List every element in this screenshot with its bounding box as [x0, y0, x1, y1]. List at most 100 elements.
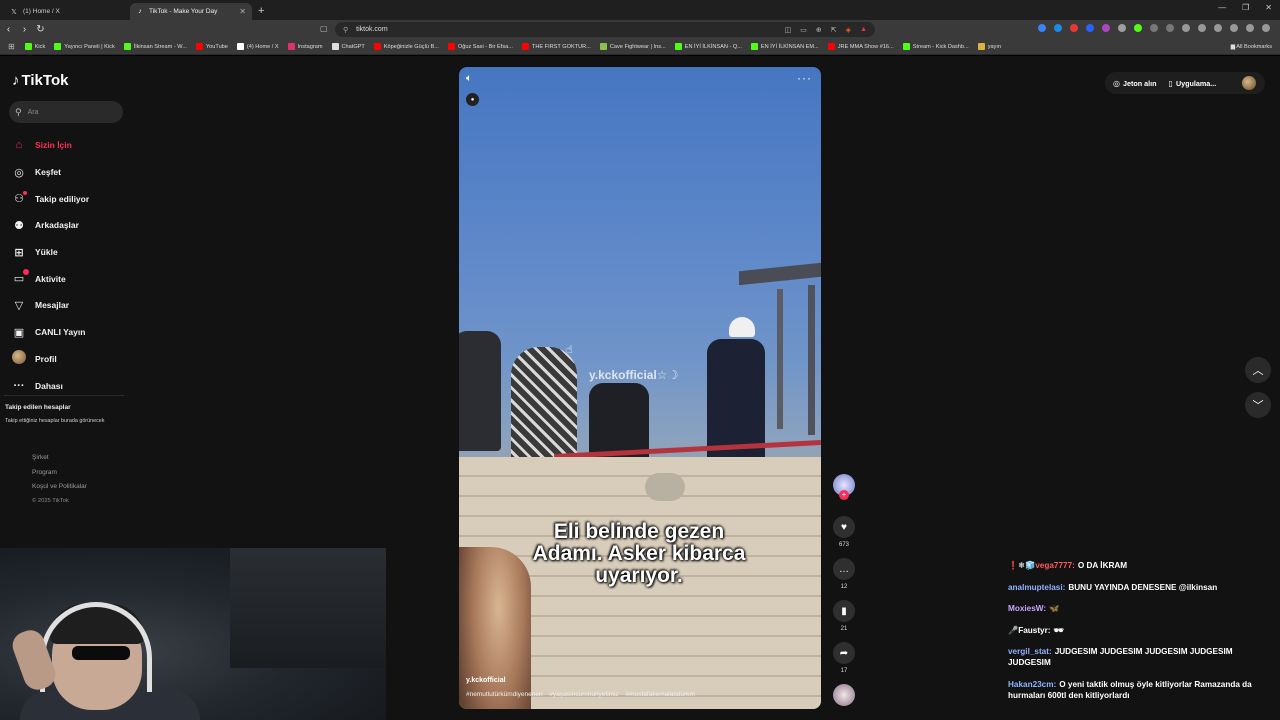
- share-icon[interactable]: ⇱: [831, 26, 837, 34]
- hashtag-link[interactable]: #yaşasıncumhuriyetimiz: [549, 691, 618, 698]
- tiktok-logo[interactable]: ♪ TikTok: [12, 72, 68, 89]
- reading-list-icon[interactable]: [1198, 24, 1206, 32]
- bookmark-item[interactable]: Instagram: [287, 43, 323, 50]
- bookmark-label: yayın: [987, 43, 1002, 50]
- sidebar-item-live[interactable]: ▣ CANLI Yayın: [12, 319, 89, 346]
- bookmark-label: Cave Fightwear | Ins...: [609, 43, 666, 50]
- bookmark-page-icon[interactable]: ▢: [320, 24, 328, 33]
- bookmark-item[interactable]: Kick: [24, 43, 45, 50]
- rewards-icon[interactable]: ▲: [860, 26, 867, 34]
- close-window-icon[interactable]: ✕: [1265, 3, 1272, 12]
- mute-icon[interactable]: ◫: [785, 26, 792, 34]
- bookmark-item[interactable]: Köpeğinizle Güçlü B...: [373, 43, 439, 50]
- sidebar-item-following[interactable]: ⚇ Takip ediliyor: [12, 185, 89, 212]
- sidebar-item-friends[interactable]: ⚉ Arkadaşlar: [12, 212, 89, 239]
- sidebar-nav: ⌂ Sizin İçin ◎ Keşfet ⚇ Takip ediliyor ⚉…: [12, 132, 89, 399]
- extension-icon[interactable]: [1102, 24, 1110, 32]
- bookmark-item[interactable]: İlkinsan Stream - W...: [123, 43, 187, 50]
- media-icon[interactable]: [1182, 24, 1190, 32]
- bookmark-label: Instagram: [297, 43, 323, 50]
- previous-video-button[interactable]: ︿: [1245, 357, 1271, 383]
- sidebar-item-explore[interactable]: ◎ Keşfet: [12, 159, 89, 186]
- browser-tab-x[interactable]: 𝕏 (1) Home / X: [4, 3, 126, 20]
- bookmark-item[interactable]: YouTube: [195, 43, 228, 50]
- address-bar[interactable]: ⚲ tiktok.com ◫ ▭ ⊕ ⇱ ◈ ▲: [335, 22, 875, 37]
- hashtag-link[interactable]: #nemutlutürkümdiyenenen: [466, 691, 543, 698]
- bookmark-item[interactable]: ChatGPT: [331, 43, 365, 50]
- pause-indicator-icon[interactable]: ●: [466, 93, 479, 106]
- sidebar-item-activity[interactable]: ▭ Aktivite: [12, 265, 89, 292]
- video-player[interactable]: 🔈︎ ··· ● y.kckofficial☆☽ Eli belinde gez…: [459, 67, 821, 709]
- x-logo-icon: 𝕏: [11, 8, 17, 16]
- search-input[interactable]: ⚲ Ara: [9, 101, 123, 123]
- extension-icon[interactable]: [1054, 24, 1062, 32]
- bookmark-item[interactable]: Cave Fightwear | Ins...: [599, 43, 666, 50]
- extension-icon[interactable]: [1038, 24, 1046, 32]
- menu-icon[interactable]: [1262, 24, 1270, 32]
- bookmark-item[interactable]: (4) Home / X: [236, 43, 279, 50]
- extension-icon[interactable]: [1070, 24, 1078, 32]
- sidebar-icon[interactable]: [1214, 24, 1222, 32]
- volume-icon[interactable]: 🔈︎: [466, 73, 472, 84]
- bookmark-item[interactable]: Oğuz Sasi - Bir Efsa...: [447, 43, 513, 50]
- user-avatar[interactable]: [1242, 76, 1256, 90]
- get-app-button[interactable]: ▯ Uygulama...: [1169, 79, 1217, 88]
- footer-link-program[interactable]: Program: [32, 469, 87, 484]
- apps-grid-icon[interactable]: ⊞: [8, 42, 15, 51]
- all-bookmarks-button[interactable]: ▆ All Bookmarks: [1231, 44, 1272, 50]
- share-button[interactable]: ➦: [833, 642, 855, 664]
- extension-icon[interactable]: [1166, 24, 1174, 32]
- scene-helmet: [729, 317, 755, 337]
- sound-avatar[interactable]: [833, 684, 855, 706]
- zoom-icon[interactable]: ⊕: [816, 26, 822, 34]
- bookmark-item[interactable]: Stream - Kick Dashb...: [902, 43, 969, 50]
- minimize-icon[interactable]: —: [1218, 3, 1226, 12]
- sidebar-item-messages[interactable]: ▽ Mesajlar: [12, 292, 89, 319]
- get-coins-button[interactable]: ◎ Jeton alın: [1113, 79, 1157, 88]
- vpn-icon[interactable]: [1246, 24, 1254, 32]
- back-icon[interactable]: ‹: [1, 24, 16, 35]
- more-options-icon[interactable]: ···: [797, 71, 812, 85]
- cast-icon[interactable]: ▭: [800, 26, 807, 34]
- video-author[interactable]: y.kckofficial: [466, 677, 506, 684]
- extension-icon[interactable]: [1150, 24, 1158, 32]
- sidebar-item-for-you[interactable]: ⌂ Sizin İçin: [12, 132, 89, 159]
- extension-icon[interactable]: [1134, 24, 1142, 32]
- puzzle-icon[interactable]: [1230, 24, 1238, 32]
- footer-link-company[interactable]: Şirket: [32, 454, 87, 469]
- new-tab-button[interactable]: +: [258, 5, 264, 17]
- bookmark-item[interactable]: THE FIRST GOKTUR...: [521, 43, 591, 50]
- browser-toolbar: ‹ › ↻ ▢ ⚲ tiktok.com ◫ ▭ ⊕ ⇱ ◈ ▲: [0, 20, 1280, 39]
- browser-tab-tiktok[interactable]: ♪ TikTok - Make Your Day ✕: [130, 3, 252, 20]
- save-button[interactable]: ▮: [833, 600, 855, 622]
- next-video-button[interactable]: ﹀: [1245, 392, 1271, 418]
- forward-icon[interactable]: ›: [17, 24, 32, 35]
- footer-link-terms[interactable]: Koşul ve Politikalar: [32, 483, 87, 498]
- sidebar-item-label: Aktivite: [35, 273, 66, 284]
- like-button[interactable]: ♥: [833, 516, 855, 538]
- site-info-icon[interactable]: ⚲: [343, 26, 348, 34]
- bookmark-item[interactable]: EN İYİ İLKİNSAN EM...: [750, 43, 819, 50]
- sidebar-item-profile[interactable]: Profil: [12, 346, 89, 373]
- restore-icon[interactable]: ❐: [1242, 3, 1249, 12]
- hashtag-link[interactable]: #mustafakemalatatürkm: [626, 691, 695, 698]
- video-actions: + ♥ 673 … 12 ▮ 21 ➦ 17: [832, 474, 856, 706]
- bookmark-item[interactable]: EN İYİ İLKİNSAN - Q...: [674, 43, 742, 50]
- follow-plus-icon[interactable]: +: [839, 490, 849, 500]
- bookmark-label: THE FIRST GOKTUR...: [531, 43, 591, 50]
- bookmark-item[interactable]: Yayıncı Paneli | Kick: [54, 43, 115, 50]
- creator-avatar[interactable]: +: [833, 474, 855, 500]
- bookmark-label: Stream - Kick Dashb...: [912, 43, 969, 50]
- sidebar-item-upload[interactable]: ⊞ Yükle: [12, 239, 89, 266]
- comment-button[interactable]: …: [833, 558, 855, 580]
- extension-icon[interactable]: [1086, 24, 1094, 32]
- bookmark-item[interactable]: yayın: [977, 43, 1002, 50]
- shield-icon[interactable]: ◈: [846, 26, 851, 34]
- extension-icon[interactable]: [1118, 24, 1126, 32]
- bookmark-item[interactable]: JRE MMA Show #16...: [827, 43, 894, 50]
- sidebar-footer: Şirket Program Koşul ve Politikalar © 20…: [32, 454, 87, 512]
- close-tab-icon[interactable]: ✕: [239, 7, 246, 16]
- reload-icon[interactable]: ↻: [33, 24, 48, 35]
- chat-username: MoxiesW:: [1008, 604, 1047, 613]
- tiktok-note-icon: ♪: [12, 72, 20, 89]
